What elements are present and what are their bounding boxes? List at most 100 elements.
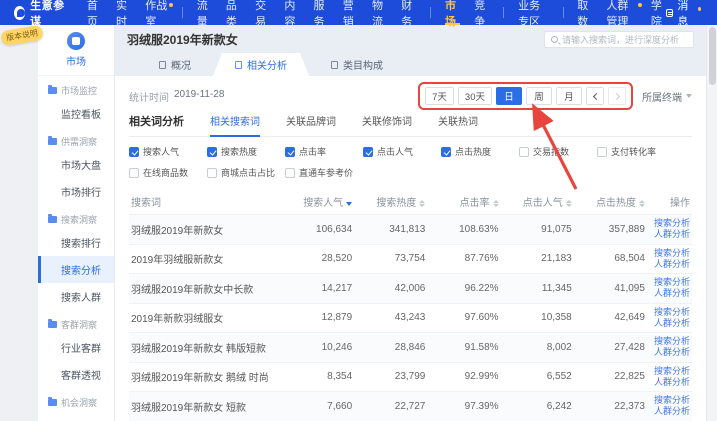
nav-item-实时[interactable]: 实时 bbox=[116, 0, 131, 25]
nav-item-取数[interactable]: 取数 bbox=[577, 0, 592, 25]
tab-类目构成[interactable]: 类目构成 bbox=[309, 53, 405, 76]
value-cell: 106,634 bbox=[281, 215, 354, 245]
range-button-7天[interactable]: 7天 bbox=[425, 87, 454, 105]
main-tabs: 概况相关分析类目构成 bbox=[127, 53, 694, 76]
nav-item-竞争[interactable]: 竞争 bbox=[474, 0, 489, 25]
sidebar-group-客群洞察[interactable]: 客群洞察 bbox=[38, 310, 114, 334]
sidebar-item-行业客群[interactable]: 行业客群 bbox=[38, 334, 114, 361]
tab-相关分析[interactable]: 相关分析 bbox=[213, 53, 309, 76]
action-搜索分析[interactable]: 搜索分析 bbox=[649, 336, 690, 347]
nav-item-业务专区[interactable]: 业务专区 bbox=[518, 0, 548, 25]
brand[interactable]: 生意参谋 bbox=[0, 0, 67, 25]
action-搜索分析[interactable]: 搜索分析 bbox=[649, 395, 690, 406]
action-搜索分析[interactable]: 搜索分析 bbox=[649, 307, 690, 318]
scrollbar-track[interactable] bbox=[706, 25, 717, 421]
sidebar-item-属性洞察[interactable]: 属性洞察 bbox=[38, 412, 114, 421]
sidebar-group-市场监控[interactable]: 市场监控 bbox=[38, 76, 114, 100]
sidebar-item-监控看板[interactable]: 监控看板 bbox=[38, 100, 114, 127]
actions-cell: 搜索分析人群分析 bbox=[647, 333, 692, 363]
sidebar-item-搜索分析[interactable]: 搜索分析 bbox=[38, 256, 114, 283]
sidebar-item-搜索人群[interactable]: 搜索人群 bbox=[38, 283, 114, 310]
value-cell: 42,006 bbox=[354, 274, 427, 304]
subtab-关联热词[interactable]: 关联热词 bbox=[438, 113, 478, 129]
nav-item-学院[interactable]: 学院 bbox=[651, 0, 666, 25]
tab-概况[interactable]: 概况 bbox=[137, 53, 213, 76]
column-header-点击率[interactable]: 点击率 bbox=[427, 189, 500, 215]
subtab-相关搜索词[interactable]: 相关搜索词 bbox=[210, 113, 260, 129]
sidebar-group-搜索洞察[interactable]: 搜索洞察 bbox=[38, 205, 114, 229]
sidebar-group-机会洞察[interactable]: 机会洞察 bbox=[38, 388, 114, 412]
column-header-点击人气[interactable]: 点击人气 bbox=[501, 189, 574, 215]
action-搜索分析[interactable]: 搜索分析 bbox=[649, 366, 690, 377]
metric-点击热度[interactable]: 点击热度 bbox=[441, 145, 519, 158]
action-人群分析[interactable]: 人群分析 bbox=[649, 318, 690, 329]
action-人群分析[interactable]: 人群分析 bbox=[649, 347, 690, 358]
content-card: 统计时间 2019-11-28 7天30天日周月 所属终端 相关词分析 相关搜索… bbox=[115, 76, 706, 421]
range-button-30天[interactable]: 30天 bbox=[458, 87, 492, 105]
checkbox[interactable] bbox=[597, 147, 607, 157]
nav-item-作战室[interactable]: 作战室 bbox=[145, 0, 168, 25]
next-date-button[interactable] bbox=[608, 87, 626, 105]
nav-messages[interactable]: 消息 bbox=[666, 0, 717, 25]
checkbox[interactable] bbox=[129, 168, 139, 178]
keyword-search[interactable] bbox=[544, 31, 694, 48]
nav-item-人群管理[interactable]: 人群管理 bbox=[606, 0, 636, 25]
granularity-日[interactable]: 日 bbox=[496, 87, 522, 105]
nav-item-营销[interactable]: 营销 bbox=[343, 0, 358, 25]
checkbox[interactable] bbox=[129, 147, 139, 157]
value-cell: 6,552 bbox=[501, 362, 574, 392]
checkbox[interactable] bbox=[207, 147, 217, 157]
metric-交易指数[interactable]: 交易指数 bbox=[519, 145, 597, 158]
metric-点击人气[interactable]: 点击人气 bbox=[363, 145, 441, 158]
scrollbar-thumb[interactable] bbox=[709, 27, 716, 85]
sidebar-item-市场大盘[interactable]: 市场大盘 bbox=[38, 151, 114, 178]
metric-搜索人气[interactable]: 搜索人气 bbox=[129, 145, 207, 158]
checkbox[interactable] bbox=[285, 147, 295, 157]
checkbox[interactable] bbox=[285, 168, 295, 178]
action-人群分析[interactable]: 人群分析 bbox=[649, 377, 690, 388]
value-cell: 87.76% bbox=[427, 244, 500, 274]
version-tag[interactable]: 版本说明 bbox=[0, 25, 44, 46]
action-人群分析[interactable]: 人群分析 bbox=[649, 259, 690, 270]
action-搜索分析[interactable]: 搜索分析 bbox=[649, 218, 690, 229]
column-header-点击热度[interactable]: 点击热度 bbox=[574, 189, 647, 215]
checkbox[interactable] bbox=[363, 147, 373, 157]
action-人群分析[interactable]: 人群分析 bbox=[649, 288, 690, 299]
sidebar-item-客群透视[interactable]: 客群透视 bbox=[38, 361, 114, 388]
terminal-select[interactable]: 所属终端 bbox=[642, 89, 692, 104]
sidebar-group-供需洞察[interactable]: 供需洞察 bbox=[38, 127, 114, 151]
checkbox[interactable] bbox=[441, 147, 451, 157]
nav-item-内容[interactable]: 内容 bbox=[284, 0, 299, 25]
action-人群分析[interactable]: 人群分析 bbox=[649, 406, 690, 417]
nav-item-首页[interactable]: 首页 bbox=[87, 0, 102, 25]
granularity-月[interactable]: 月 bbox=[556, 87, 582, 105]
sidebar-item-搜索排行[interactable]: 搜索排行 bbox=[38, 229, 114, 256]
checkbox[interactable] bbox=[207, 168, 217, 178]
nav-item-流量[interactable]: 流量 bbox=[197, 0, 212, 25]
metric-直通车参考价[interactable]: 直通车参考价 bbox=[285, 166, 363, 179]
action-搜索分析[interactable]: 搜索分析 bbox=[649, 248, 690, 259]
granularity-周[interactable]: 周 bbox=[526, 87, 552, 105]
nav-item-市场[interactable]: 市场 bbox=[445, 0, 460, 25]
metric-点击率[interactable]: 点击率 bbox=[285, 145, 363, 158]
sidebar-module-header[interactable]: 市场 bbox=[38, 25, 114, 76]
prev-date-button[interactable] bbox=[586, 87, 604, 105]
nav-item-服务[interactable]: 服务 bbox=[314, 0, 329, 25]
column-header-搜索人气[interactable]: 搜索人气 bbox=[281, 189, 354, 215]
column-header-搜索热度[interactable]: 搜索热度 bbox=[354, 189, 427, 215]
search-input[interactable] bbox=[562, 35, 687, 45]
nav-item-品类[interactable]: 品类 bbox=[226, 0, 241, 25]
nav-item-交易[interactable]: 交易 bbox=[255, 0, 270, 25]
nav-item-财务[interactable]: 财务 bbox=[401, 0, 416, 25]
nav-item-物流[interactable]: 物流 bbox=[372, 0, 387, 25]
subtab-关联品牌词[interactable]: 关联品牌词 bbox=[286, 113, 336, 129]
metric-在线商品数[interactable]: 在线商品数 bbox=[129, 166, 207, 179]
checkbox[interactable] bbox=[519, 147, 529, 157]
action-搜索分析[interactable]: 搜索分析 bbox=[649, 277, 690, 288]
metric-支付转化率[interactable]: 支付转化率 bbox=[597, 145, 675, 158]
metric-商城点击占比[interactable]: 商城点击占比 bbox=[207, 166, 285, 179]
action-人群分析[interactable]: 人群分析 bbox=[649, 229, 690, 240]
sidebar-item-市场排行[interactable]: 市场排行 bbox=[38, 178, 114, 205]
metric-搜索热度[interactable]: 搜索热度 bbox=[207, 145, 285, 158]
subtab-关联修饰词[interactable]: 关联修饰词 bbox=[362, 113, 412, 129]
